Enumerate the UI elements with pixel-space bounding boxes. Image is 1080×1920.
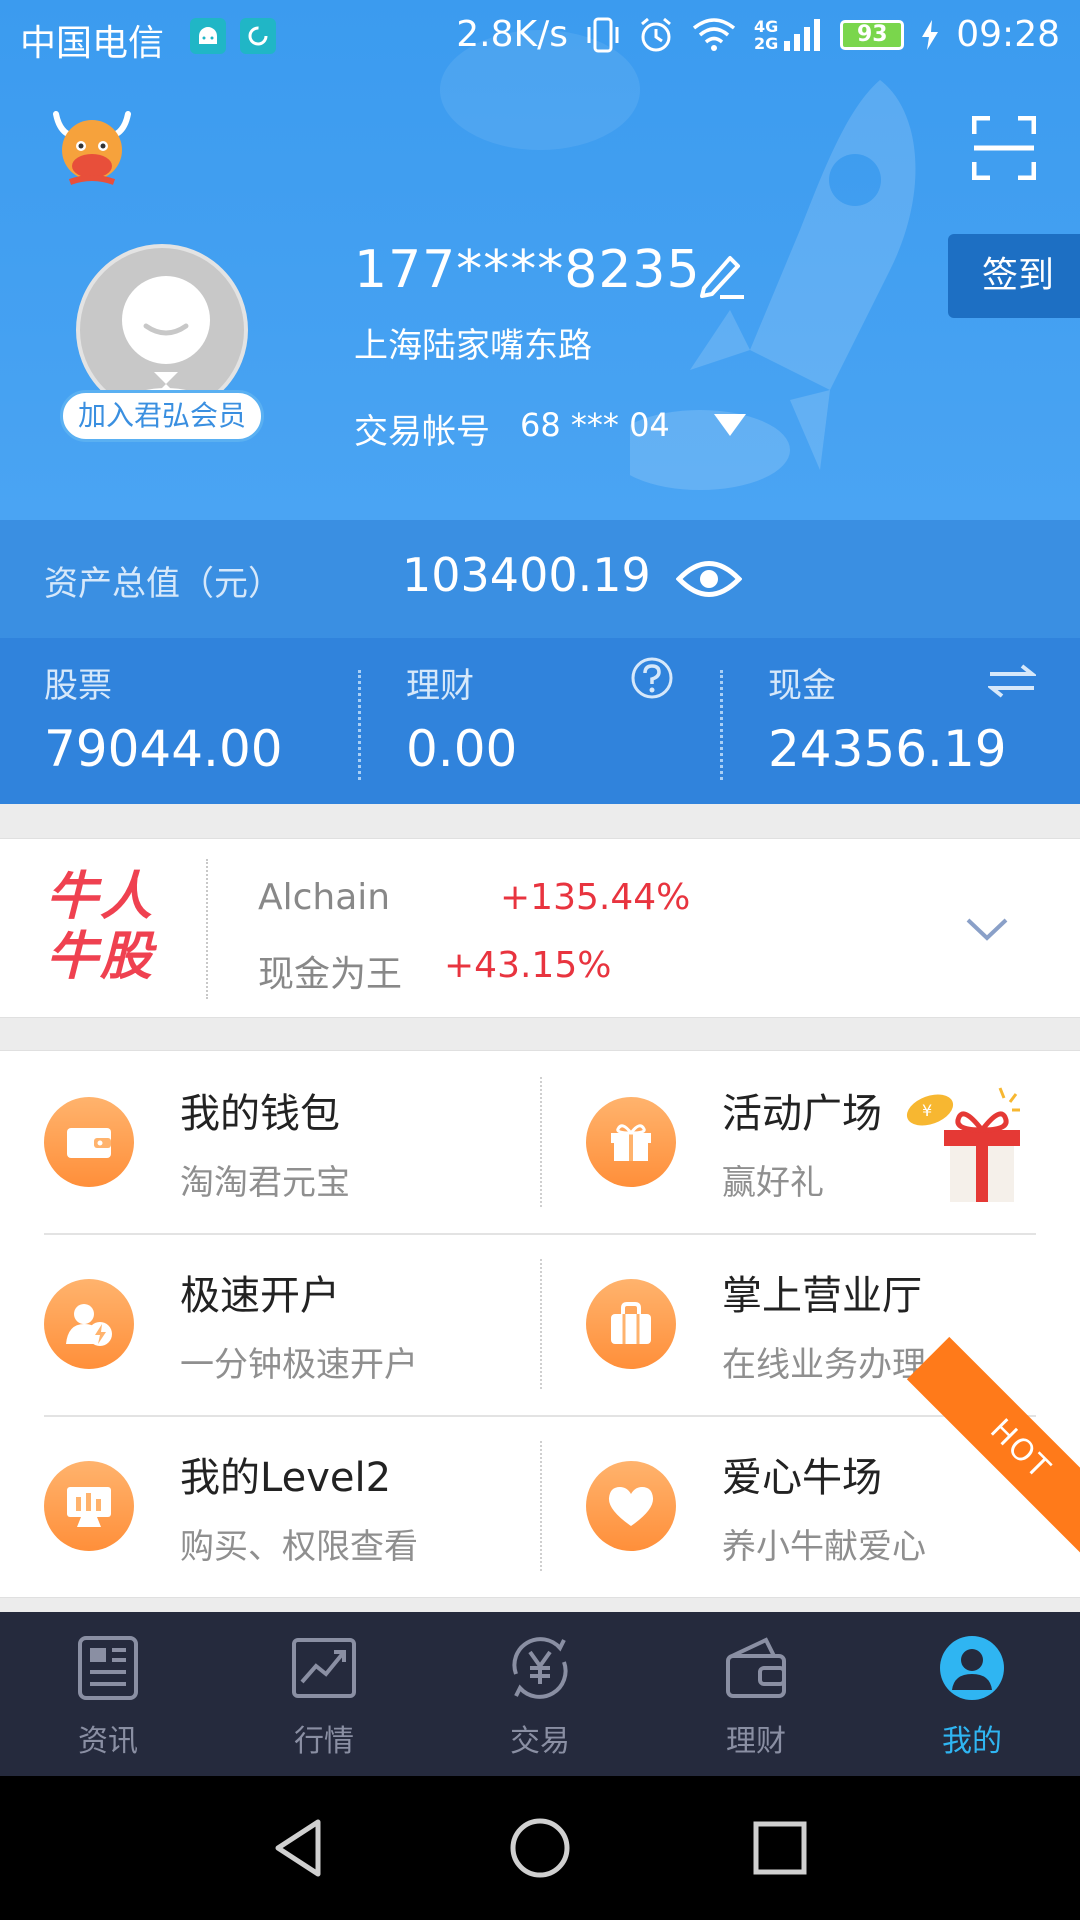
yuan-exchange-icon: [512, 1637, 568, 1699]
join-member-button[interactable]: 加入君弘会员: [60, 390, 264, 442]
battery-indicator: 93: [840, 19, 905, 50]
tab-label: 我的: [942, 1724, 1002, 1759]
bull-stock-name: 现金为王: [258, 954, 403, 995]
tab-label: 资讯: [78, 1724, 138, 1759]
menu-item-subtitle: 养小牛献爱心: [722, 1527, 926, 1567]
tab-finance[interactable]: 理财: [648, 1612, 864, 1776]
asset-breakdown: 股票 79044.00 理财 0.00 现金 24356.19: [0, 638, 1080, 804]
signin-button[interactable]: 签到: [948, 234, 1080, 318]
menu-item-level2[interactable]: 我的Level2 购买、权限查看: [0, 1415, 540, 1597]
cash-value: 24356.19: [768, 720, 1007, 778]
vibrate-icon: [587, 17, 619, 52]
cellular-signal-icon: 4G 2G: [754, 17, 822, 53]
menu-item-fast-account[interactable]: 极速开户 一分钟极速开户: [0, 1233, 540, 1415]
finance-label: 理财: [406, 666, 474, 706]
tab-label: 理财: [726, 1724, 786, 1759]
account-dropdown-icon[interactable]: [714, 414, 746, 436]
bull-stock-change: +43.15%: [444, 945, 612, 986]
menu-item-subtitle: 淘淘君元宝: [180, 1163, 350, 1203]
chart-icon: [292, 1638, 356, 1698]
notification-icons: [190, 18, 276, 54]
wallet-icon: [44, 1097, 134, 1187]
total-assets-bar[interactable]: 资产总值（元） 103400.19: [0, 520, 1080, 638]
wifi-icon: [692, 17, 736, 51]
eye-icon[interactable]: [676, 554, 742, 604]
clock-time: 09:28: [956, 14, 1060, 55]
bull-stock-row[interactable]: 现金为王 +43.15%: [258, 945, 611, 997]
recents-icon[interactable]: [748, 1816, 812, 1880]
gift-box-icon: [586, 1097, 676, 1187]
bull-mascot-logo-icon[interactable]: [50, 104, 134, 188]
menu-item-subtitle: 购买、权限查看: [180, 1527, 418, 1567]
carrier-name: 中国电信: [20, 23, 165, 64]
tab-news[interactable]: 资讯: [0, 1612, 216, 1776]
bull-stock-name: Alchain: [258, 877, 391, 918]
menu-item-title: 掌上营业厅: [722, 1273, 922, 1319]
user-address: 上海陆家嘴东路: [354, 326, 592, 366]
sync-app-icon: [240, 18, 276, 54]
menu-item-subtitle: 赢好礼: [722, 1163, 824, 1203]
menu-item-title: 活动广场: [722, 1091, 882, 1137]
alarm-icon: [641, 17, 671, 51]
menu-item-subtitle: 一分钟极速开户: [180, 1345, 418, 1385]
help-question-icon[interactable]: [630, 656, 674, 700]
monitor-chart-icon: [44, 1461, 134, 1551]
menu-item-title: 我的Level2: [180, 1455, 392, 1501]
menu-item-wallet[interactable]: 我的钱包 淘淘君元宝: [0, 1051, 540, 1233]
menu-item-title: 我的钱包: [180, 1091, 340, 1137]
bull-stock-change: +135.44%: [500, 877, 691, 918]
tab-label: 行情: [294, 1724, 354, 1759]
network-speed: 2.8K/s: [456, 14, 568, 55]
svg-text:¥: ¥: [922, 1101, 932, 1120]
news-icon: [78, 1636, 138, 1700]
status-bar: 中国电信 2.8K/s 4G 2G 93 09:28: [0, 0, 1080, 76]
bull-stock-logo: 牛人 牛股: [46, 867, 155, 987]
android-app-icon: [190, 18, 226, 54]
scan-icon[interactable]: [972, 116, 1036, 180]
tab-label: 交易: [510, 1724, 570, 1759]
chevron-down-icon[interactable]: [964, 914, 1010, 944]
stock-asset-cell[interactable]: 股票 79044.00: [0, 638, 360, 804]
transfer-swap-icon[interactable]: [988, 664, 1036, 698]
edit-icon[interactable]: [694, 250, 750, 300]
home-icon[interactable]: [508, 1816, 572, 1880]
asset-divider: [720, 670, 723, 780]
tab-trade[interactable]: 交易: [432, 1612, 648, 1776]
charging-icon: [922, 19, 939, 50]
person-icon: [940, 1636, 1004, 1700]
total-assets-value: 103400.19: [402, 548, 651, 602]
gift-decoration-icon: ¥: [906, 1087, 1020, 1202]
wallet-icon: [726, 1637, 786, 1698]
account-number: 68 *** 04: [520, 406, 670, 444]
bottom-tab-bar: 资讯 行情 交易 理财 我的: [0, 1612, 1080, 1776]
stock-label: 股票: [44, 666, 112, 706]
asset-divider: [358, 670, 361, 780]
system-nav-bar: [0, 1776, 1080, 1920]
user-phone: 177****8235: [354, 240, 701, 300]
menu-item-title: 极速开户: [180, 1273, 340, 1319]
total-assets-label: 资产总值（元）: [44, 564, 282, 604]
finance-value: 0.00: [406, 720, 518, 778]
heart-icon: [586, 1461, 676, 1551]
bull-stock-row[interactable]: Alchain +135.44%: [258, 877, 690, 918]
menu-item-subtitle: 在线业务办理: [722, 1345, 926, 1385]
menu-item-title: 爱心牛场: [722, 1455, 882, 1501]
account-label: 交易帐号: [354, 412, 490, 452]
tab-mine[interactable]: 我的: [864, 1612, 1080, 1776]
stock-value: 79044.00: [44, 720, 283, 778]
cash-asset-cell[interactable]: 现金 24356.19: [724, 638, 1080, 804]
back-icon[interactable]: [268, 1816, 332, 1880]
user-lightning-icon: [44, 1279, 134, 1369]
bull-stock-card[interactable]: 牛人 牛股 Alchain +135.44% 现金为王 +43.15%: [0, 838, 1080, 1018]
cash-label: 现金: [768, 666, 836, 706]
bull-divider: [206, 859, 208, 999]
briefcase-icon: [586, 1279, 676, 1369]
tab-market[interactable]: 行情: [216, 1612, 432, 1776]
status-right-group: 2.8K/s 4G 2G 93 09:28: [456, 14, 1060, 55]
